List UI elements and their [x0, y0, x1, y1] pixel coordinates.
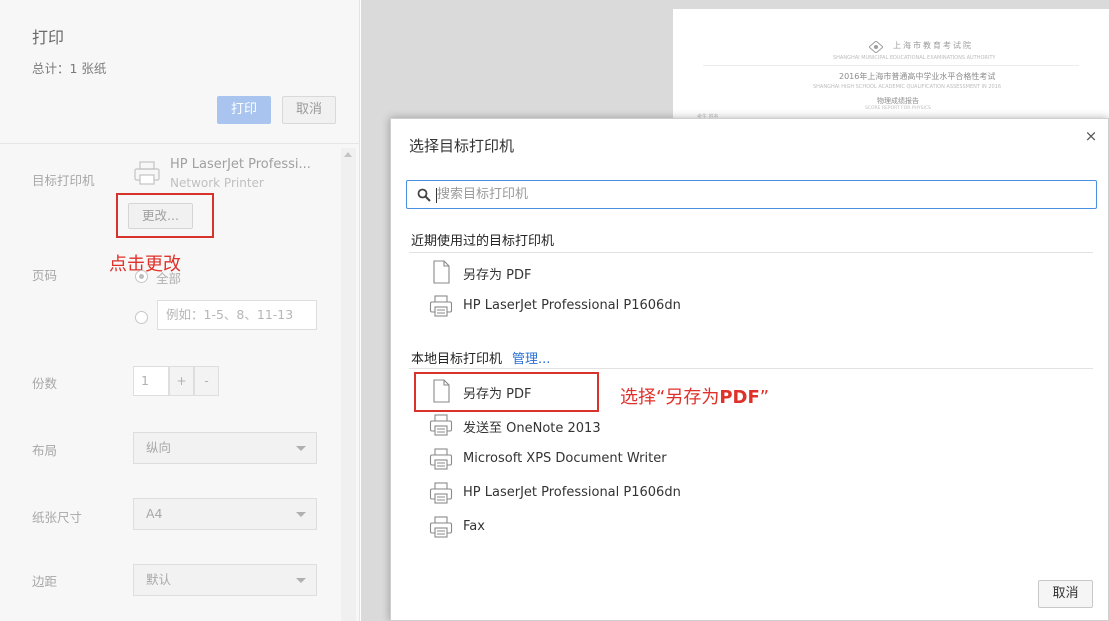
- close-icon[interactable]: ×: [1082, 127, 1100, 145]
- printer-option-label: HP LaserJet Professional P1606dn: [463, 298, 681, 313]
- pages-label: 页码: [32, 268, 58, 283]
- pages-custom-radio[interactable]: [135, 311, 148, 324]
- search-box[interactable]: [406, 180, 1097, 209]
- preview-report-title: 物理成绩报告: [877, 97, 919, 105]
- local-printers-header: 本地目标打印机 管理...: [411, 348, 550, 367]
- printer-icon: [429, 482, 453, 504]
- margins-select[interactable]: 默认: [133, 564, 317, 596]
- highlight-box: [116, 193, 214, 238]
- printer-option-label: HP LaserJet Professional P1606dn: [463, 485, 681, 500]
- print-settings-panel: 打印 总计：1 张纸 打印 取消 目标打印机 HP LaserJet Profe…: [0, 0, 360, 621]
- printer-option-label: Fax: [463, 519, 485, 534]
- paper-size-label: 纸张尺寸: [32, 510, 83, 525]
- select-destination-dialog: 选择目标打印机 × 近期使用过的目标打印机 另存为 PDF HP LaserJet…: [390, 118, 1109, 621]
- copies-label: 份数: [32, 376, 58, 391]
- preview-report-title-en: SCORE REPORT FOR PHYSICS: [865, 106, 931, 111]
- printer-type: Network Printer: [170, 176, 264, 190]
- annotation-bold: PDF: [719, 387, 760, 408]
- copies-decrement-button[interactable]: -: [194, 366, 219, 396]
- printer-option[interactable]: Microsoft XPS Document Writer: [429, 445, 729, 475]
- printer-icon: [134, 161, 160, 185]
- printer-option[interactable]: HP LaserJet Professional P1606dn: [429, 479, 729, 509]
- highlight-box: [414, 372, 599, 412]
- annotation-suffix: ”: [759, 387, 770, 408]
- paper-size-select[interactable]: A4: [133, 498, 317, 530]
- margins-label: 边距: [32, 574, 58, 589]
- print-button[interactable]: 打印: [217, 96, 271, 124]
- dialog-cancel-button[interactable]: 取消: [1038, 580, 1093, 608]
- local-printers-title: 本地目标打印机: [411, 352, 503, 367]
- search-icon: [417, 188, 431, 202]
- dialog-title: 选择目标打印机: [409, 137, 515, 155]
- pages-all-label: 全部: [156, 271, 182, 286]
- preview-rule: [703, 65, 1079, 66]
- preview-header-en: SHANGHAI MUNICIPAL EDUCATIONAL EXAMINATI…: [833, 55, 996, 61]
- recent-printers-header: 近期使用过的目标打印机: [411, 234, 555, 249]
- annotation-prefix: 选择“另存为: [620, 387, 720, 408]
- preview-exam-title: 2016年上海市普通高中学业水平合格性考试: [839, 72, 996, 81]
- printer-icon: [429, 414, 453, 436]
- sheet-total: 总计：1 张纸: [32, 61, 107, 76]
- layout-select[interactable]: 纵向: [133, 432, 317, 464]
- chevron-down-icon: [296, 512, 306, 517]
- preview-exam-title-en: SHANGHAI HIGH SCHOOL ACADEMIC QUALIFICAT…: [813, 84, 1002, 90]
- pages-all-radio[interactable]: [135, 270, 148, 283]
- scroll-up-icon[interactable]: [344, 152, 352, 157]
- printer-option[interactable]: 另存为 PDF: [429, 258, 729, 288]
- pages-custom-input[interactable]: 例如：1-5、8、11-13: [157, 300, 317, 330]
- printer-icon: [429, 295, 453, 317]
- cancel-button[interactable]: 取消: [282, 96, 336, 124]
- chevron-down-icon: [296, 578, 306, 583]
- copies-input[interactable]: 1: [133, 366, 169, 396]
- copies-increment-button[interactable]: +: [169, 366, 194, 396]
- printer-name: HP LaserJet Professi...: [170, 157, 311, 172]
- printer-option[interactable]: HP LaserJet Professional P1606dn: [429, 292, 729, 322]
- layout-value: 纵向: [146, 440, 172, 455]
- layout-label: 布局: [32, 443, 58, 458]
- printer-option-label: 发送至 OneNote 2013: [463, 421, 601, 436]
- manage-printers-link[interactable]: 管理...: [512, 352, 550, 367]
- document-icon: [433, 260, 450, 284]
- printer-icon: [429, 516, 453, 538]
- printer-option-label: Microsoft XPS Document Writer: [463, 451, 667, 466]
- settings-scrollbar[interactable]: [341, 148, 356, 621]
- printer-icon: [429, 448, 453, 470]
- divider: [409, 368, 1093, 369]
- search-input[interactable]: [437, 184, 1077, 205]
- margins-value: 默认: [146, 572, 172, 587]
- panel-title: 打印: [32, 28, 65, 47]
- divider: [0, 143, 360, 144]
- divider: [409, 252, 1093, 253]
- logo-icon: [869, 41, 883, 53]
- printer-option[interactable]: 发送至 OneNote 2013: [429, 411, 729, 441]
- destination-label: 目标打印机: [32, 173, 95, 188]
- annotation-select-save-as-pdf: 选择“另存为PDF”: [620, 383, 769, 409]
- paper-size-value: A4: [146, 506, 163, 521]
- printer-option[interactable]: Fax: [429, 513, 729, 543]
- preview-header-cn: 上海市教育考试院: [893, 41, 973, 50]
- chevron-down-icon: [296, 446, 306, 451]
- printer-option-label: 另存为 PDF: [463, 268, 532, 283]
